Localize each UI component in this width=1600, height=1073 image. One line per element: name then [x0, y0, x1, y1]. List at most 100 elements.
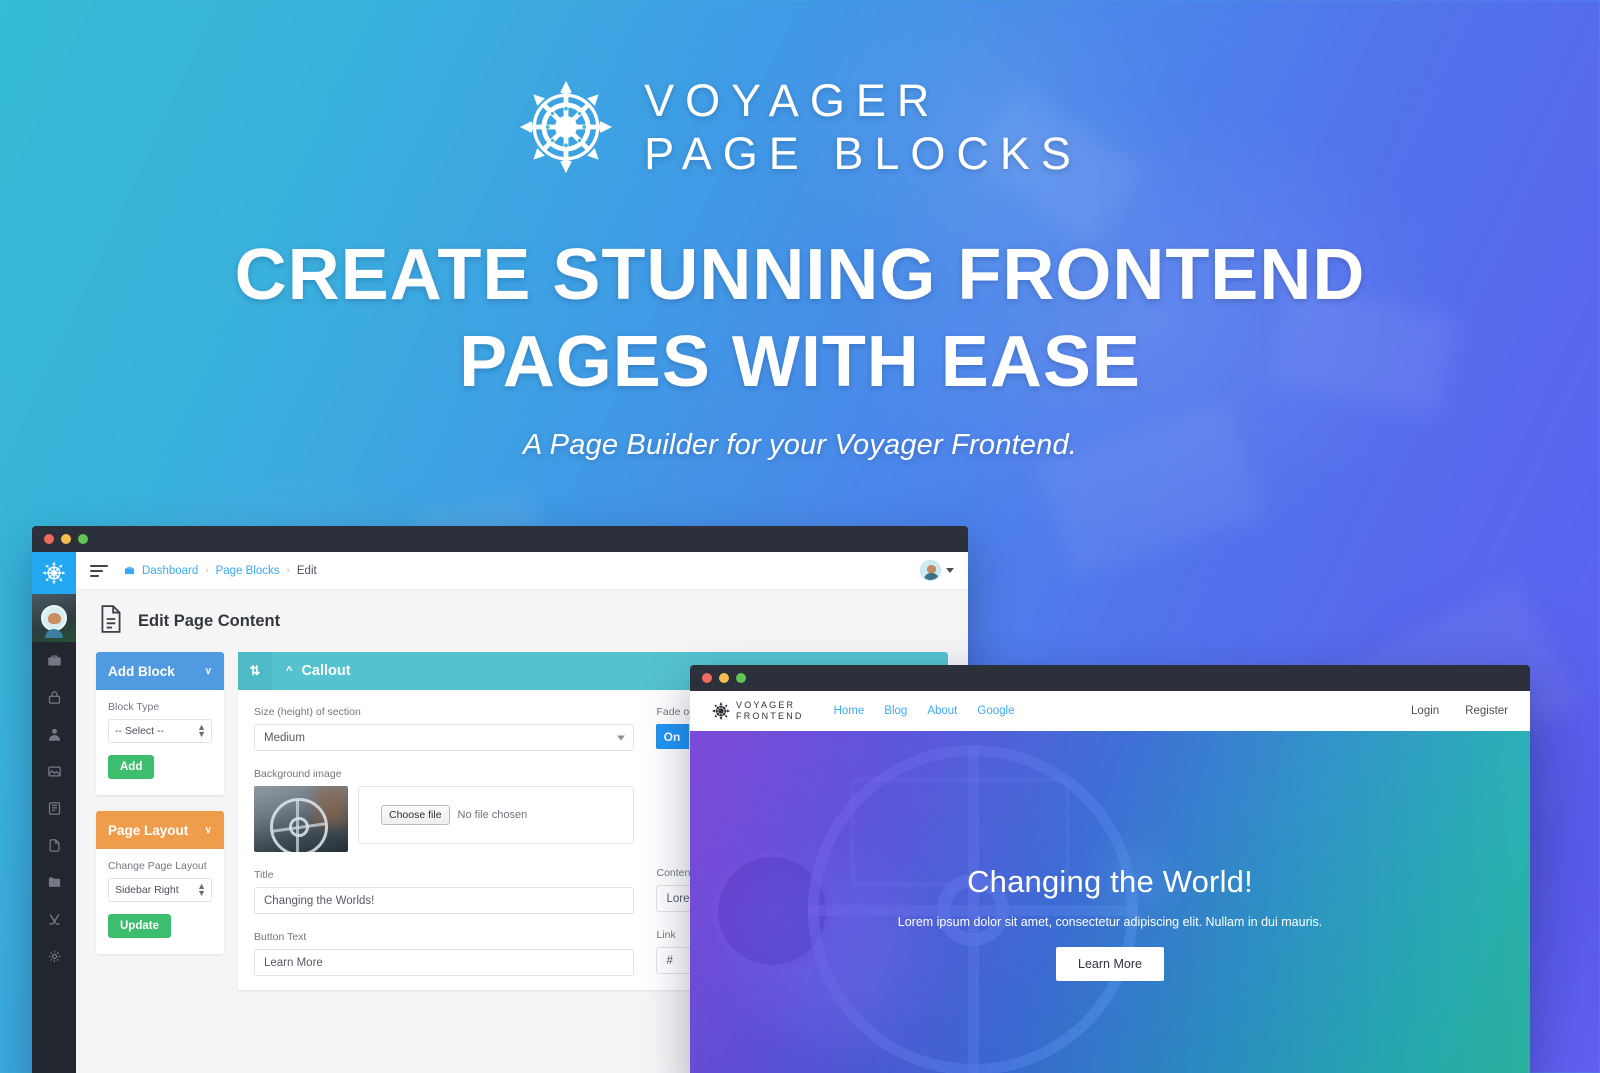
- title-input[interactable]: [254, 887, 635, 914]
- sidebar-item-folders[interactable]: [32, 864, 76, 901]
- database-icon: [48, 802, 60, 815]
- admin-titlebar: [32, 526, 968, 552]
- user-avatar-image: [41, 605, 67, 631]
- steering-wheel-thumbnail[interactable]: [254, 786, 348, 852]
- sidebar-item-tools[interactable]: [32, 901, 76, 938]
- learn-more-button[interactable]: Learn More: [1056, 946, 1164, 981]
- breadcrumb-dashboard[interactable]: Dashboard: [142, 565, 198, 577]
- sidebar-item-roles[interactable]: [32, 679, 76, 716]
- file-upload-box[interactable]: Choose file No file chosen: [358, 786, 635, 844]
- page-layout-title: Page Layout: [108, 822, 189, 838]
- headline-line-2: PAGES WITH EASE: [459, 321, 1141, 402]
- folder-icon: [48, 877, 60, 887]
- add-block-card: Add Block ∨ Block Type -- Select -- ▲▼: [96, 652, 224, 795]
- sidebar-item-users[interactable]: [32, 716, 76, 753]
- minimize-window-button[interactable]: [61, 534, 71, 544]
- title-label: Title: [254, 869, 274, 881]
- lock-icon: [48, 691, 60, 704]
- toggle-state-label: On: [663, 729, 681, 744]
- add-block-card-body: Block Type -- Select -- ▲ ▼ Add: [96, 690, 224, 795]
- briefcase-icon: [47, 655, 61, 666]
- size-field-group: Size (height) of section Medium: [254, 706, 635, 751]
- brand-logo: VOYAGER PAGE BLOCKS: [0, 74, 1600, 180]
- breadcrumb-separator: ›: [205, 565, 209, 576]
- chevron-down-icon[interactable]: ∨: [205, 825, 212, 836]
- maximize-window-button[interactable]: [736, 673, 746, 683]
- choose-file-button[interactable]: Choose file: [381, 805, 450, 825]
- avatar: [920, 560, 941, 581]
- maximize-window-button[interactable]: [78, 534, 88, 544]
- minimize-window-button[interactable]: [719, 673, 729, 683]
- hero-subtitle: Lorem ipsum dolor sit amet, consectetur …: [897, 914, 1323, 929]
- title-field-group: Title: [254, 869, 635, 914]
- frontend-logo-line-2: FRONTEND: [736, 711, 804, 721]
- update-button[interactable]: Update: [108, 914, 171, 938]
- nav-link-blog[interactable]: Blog: [884, 705, 907, 717]
- callout-block-title: Callout: [301, 663, 351, 679]
- register-link[interactable]: Register: [1465, 705, 1508, 717]
- hero-subheadline: A Page Builder for your Voyager Frontend…: [522, 428, 1078, 461]
- logo-line-1: VOYAGER: [644, 75, 941, 126]
- hero-content: Changing the World! Lorem ipsum dolor si…: [690, 731, 1530, 1073]
- page-title: Edit Page Content: [138, 611, 281, 630]
- close-window-button[interactable]: [44, 534, 54, 544]
- breadcrumb-page-blocks[interactable]: Page Blocks: [216, 565, 280, 577]
- add-button[interactable]: Add: [108, 755, 155, 779]
- sort-handle-icon[interactable]: ⇅: [238, 652, 272, 690]
- sidebar-item-settings[interactable]: [32, 938, 76, 975]
- profile-menu[interactable]: [920, 560, 954, 581]
- document-icon: [98, 604, 124, 639]
- sidebar-brand-button[interactable]: [32, 552, 76, 594]
- login-link[interactable]: Login: [1411, 705, 1439, 717]
- block-left-column: Size (height) of section Medium Backgrou…: [254, 706, 635, 976]
- nav-link-about[interactable]: About: [927, 705, 957, 717]
- page-header: Edit Page Content: [76, 590, 968, 652]
- page-layout-select-wrap: Sidebar Right ▲ ▼: [108, 878, 212, 902]
- no-file-chosen-text: No file chosen: [457, 809, 528, 821]
- breadcrumb: Dashboard › Page Blocks › Edit: [124, 565, 317, 577]
- button-text-input[interactable]: [254, 949, 635, 976]
- sidebar-item-photos[interactable]: [32, 753, 76, 790]
- nav-link-google[interactable]: Google: [977, 705, 1014, 717]
- page-layout-card-body: Change Page Layout Sidebar Right ▲ ▼ Upda…: [96, 849, 224, 954]
- headline-line-1: CREATE STUNNING FRONTEND: [234, 235, 1366, 316]
- size-select[interactable]: Medium: [254, 724, 635, 751]
- frontend-auth-links: Login Register: [1411, 705, 1508, 717]
- background-image-label: Background image: [254, 768, 342, 780]
- button-text-field-group: Button Text: [254, 931, 635, 976]
- nav-link-home[interactable]: Home: [834, 705, 865, 717]
- hamburger-icon[interactable]: [90, 564, 108, 577]
- admin-topbar: Dashboard › Page Blocks › Edit: [76, 552, 968, 590]
- block-type-select[interactable]: -- Select --: [108, 719, 212, 743]
- briefcase-icon: [124, 566, 135, 575]
- background-image-field-group: Background image Choose file No file cho…: [254, 768, 635, 852]
- add-block-title: Add Block: [108, 663, 175, 679]
- ship-wheel-icon: [520, 81, 613, 174]
- sidebar-item-pages[interactable]: [32, 827, 76, 864]
- callout-block-title-group[interactable]: ^ Callout: [272, 663, 351, 679]
- button-text-label: Button Text: [254, 931, 307, 943]
- page-layout-card: Page Layout ∨ Change Page Layout Sidebar…: [96, 811, 224, 954]
- add-block-card-header[interactable]: Add Block ∨: [96, 652, 224, 690]
- breadcrumb-separator: ›: [286, 565, 290, 576]
- frontend-window: VOYAGER FRONTEND Home Blog About Google …: [690, 665, 1530, 1073]
- ship-wheel-icon: [712, 702, 730, 720]
- chevron-down-icon[interactable]: ∨: [205, 666, 212, 677]
- close-window-button[interactable]: [702, 673, 712, 683]
- page-stage: VOYAGER PAGE BLOCKS CREATE STUNNING FRON…: [0, 0, 1600, 1073]
- background-image-row: Choose file No file chosen: [254, 786, 635, 852]
- chevron-up-icon[interactable]: ^: [286, 665, 292, 677]
- avatar[interactable]: [32, 594, 76, 642]
- ship-wheel-icon: [42, 561, 66, 585]
- page-layout-card-header[interactable]: Page Layout ∨: [96, 811, 224, 849]
- chevron-down-icon: [946, 568, 954, 573]
- frontend-logo[interactable]: VOYAGER FRONTEND: [712, 700, 804, 723]
- page-layout-select[interactable]: Sidebar Right: [108, 878, 212, 902]
- hero-headline: CREATE STUNNING FRONTEND PAGES WITH EASE: [0, 232, 1600, 405]
- sidebar-item-database[interactable]: [32, 790, 76, 827]
- frontend-navbar: VOYAGER FRONTEND Home Blog About Google …: [690, 691, 1530, 731]
- breadcrumb-current: Edit: [296, 564, 317, 577]
- sidebar-item-media-manager[interactable]: [32, 642, 76, 679]
- block-type-label: Block Type: [108, 701, 160, 713]
